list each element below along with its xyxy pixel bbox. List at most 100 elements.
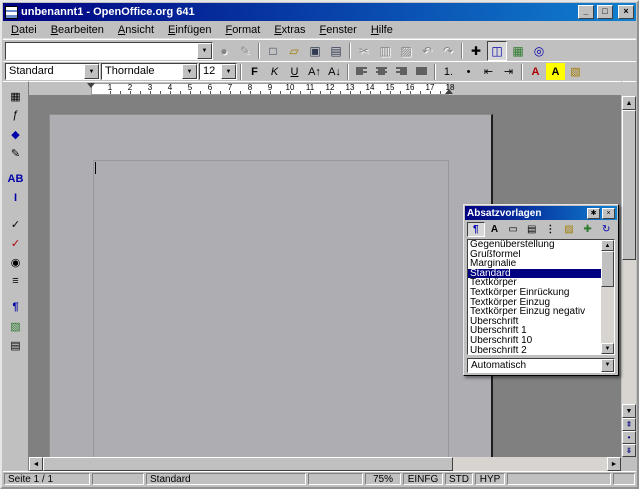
highlight-icon[interactable]: A	[546, 63, 565, 80]
font-color-icon[interactable]: A	[526, 63, 545, 80]
chevron-down-icon[interactable]: ▼	[221, 64, 236, 79]
underline-button[interactable]: U	[285, 63, 304, 80]
menu-datei[interactable]: Datei	[4, 23, 44, 37]
menu-ansicht[interactable]: Ansicht	[111, 23, 161, 37]
bold-button[interactable]: F	[245, 63, 264, 80]
decrease-indent-icon[interactable]: ⇤	[479, 63, 498, 80]
nonprinting-chars-icon[interactable]: ¶	[6, 298, 26, 316]
insert-objects-icon[interactable]: ◆	[6, 125, 26, 143]
draw-functions-icon[interactable]: ✎	[6, 144, 26, 162]
list-item[interactable]: Überschrift 2	[468, 346, 601, 355]
cut-icon[interactable]: ✂	[354, 41, 374, 61]
list-scroll-thumb[interactable]	[601, 251, 614, 287]
vertical-scrollbar[interactable]: ▲ ▼ ⇞ • ⇟	[622, 81, 636, 457]
minimize-button[interactable]: _	[578, 5, 594, 19]
numbering-icon[interactable]: 1.	[439, 63, 458, 80]
copy-icon[interactable]: ▥	[375, 41, 395, 61]
list-item[interactable]: Gegenüberstellung	[468, 240, 601, 250]
new-style-icon[interactable]: ✚	[579, 222, 597, 237]
page-styles-icon[interactable]: ▤	[523, 222, 541, 237]
direct-cursor-icon[interactable]: I	[6, 189, 26, 207]
list-item[interactable]: Überschrift 10	[468, 336, 601, 346]
save-icon[interactable]: ▣	[305, 41, 325, 61]
italic-button[interactable]: K	[265, 63, 284, 80]
list-item[interactable]: Textkörper Einzug	[468, 298, 601, 308]
menu-einfuegen[interactable]: Einfügen	[161, 23, 218, 37]
font-size-combobox[interactable]: 12 ▼	[199, 63, 237, 80]
style-filter-combobox[interactable]: Automatisch ▼	[467, 358, 615, 373]
list-scroll-track[interactable]	[601, 251, 614, 343]
paragraph-styles-icon[interactable]: ¶	[467, 222, 485, 237]
numbering-styles-icon[interactable]: ⋮	[542, 222, 560, 237]
background-color-icon[interactable]: ▧	[566, 63, 585, 80]
document-page[interactable]	[49, 114, 493, 457]
scroll-down-icon[interactable]: ▼	[601, 343, 614, 354]
update-style-icon[interactable]: ↻	[597, 222, 615, 237]
close-button[interactable]: ×	[618, 5, 634, 19]
align-center-icon[interactable]	[372, 63, 391, 80]
increase-indent-icon[interactable]: ⇥	[499, 63, 518, 80]
previous-page-icon[interactable]: ⇞	[622, 418, 636, 431]
paragraph-style-combobox[interactable]: Standard ▼	[5, 63, 100, 80]
paragraph-style-value[interactable]: Standard	[6, 64, 84, 79]
undo-icon[interactable]: ↶	[417, 41, 437, 61]
menu-bearbeiten[interactable]: Bearbeiten	[44, 23, 111, 37]
load-url-value[interactable]	[6, 43, 197, 59]
gallery-icon[interactable]: ▦	[508, 41, 528, 61]
character-styles-icon[interactable]: A	[486, 222, 504, 237]
status-page[interactable]: Seite 1 / 1	[4, 473, 90, 485]
status-page-style[interactable]: Standard	[146, 473, 306, 485]
list-item[interactable]: Textkörper Einzug negativ	[468, 307, 601, 317]
next-page-icon[interactable]: ⇟	[622, 444, 636, 457]
list-scrollbar[interactable]: ▲ ▼	[601, 240, 614, 354]
scroll-down-icon[interactable]: ▼	[622, 404, 636, 418]
navigator-icon[interactable]: ✚	[466, 41, 486, 61]
stylist-window[interactable]: Absatzvorlagen ✱ × ¶ A ▭ ▤ ⋮ ▨ ✚ ↻ Gegen…	[463, 204, 619, 376]
load-url-combobox[interactable]: ▼	[5, 42, 213, 60]
status-selection-mode[interactable]: STD	[445, 473, 473, 485]
style-filter-value[interactable]: Automatisch	[468, 359, 601, 372]
autotext-icon[interactable]: AB	[6, 170, 26, 188]
maximize-button[interactable]: □	[597, 5, 613, 19]
navigation-dot-icon[interactable]: •	[622, 431, 636, 444]
insert-fields-icon[interactable]: ƒ	[6, 106, 26, 124]
hyperlink-icon[interactable]: ◎	[529, 41, 549, 61]
vertical-scroll-track[interactable]	[622, 110, 636, 404]
style-list[interactable]: Gegenüberstellung Grußformel Marginalie …	[467, 239, 615, 355]
list-item-selected[interactable]: Standard	[468, 269, 601, 279]
redo-icon[interactable]: ↷	[438, 41, 458, 61]
new-doc-icon[interactable]: □	[263, 41, 283, 61]
shrink-font-icon[interactable]: A↓	[325, 63, 344, 80]
align-justify-icon[interactable]	[412, 63, 431, 80]
menu-format[interactable]: Format	[218, 23, 267, 37]
menu-extras[interactable]: Extras	[267, 23, 312, 37]
close-icon[interactable]: ×	[602, 208, 615, 219]
horizontal-scroll-track[interactable]	[453, 457, 607, 471]
font-name-value[interactable]: Thorndale	[102, 64, 182, 79]
scroll-left-icon[interactable]: ◄	[29, 457, 43, 471]
vertical-scroll-thumb[interactable]	[622, 110, 636, 260]
paste-icon[interactable]: ▨	[396, 41, 416, 61]
list-item[interactable]: Grußformel	[468, 250, 601, 260]
right-indent-marker[interactable]	[445, 89, 453, 94]
font-size-value[interactable]: 12	[200, 64, 221, 79]
pin-icon[interactable]: ✱	[587, 208, 600, 219]
status-zoom[interactable]: 75%	[365, 473, 401, 485]
print-icon[interactable]: ▤	[326, 41, 346, 61]
online-layout-icon[interactable]: ▤	[6, 336, 26, 354]
fill-format-icon[interactable]: ▨	[560, 222, 578, 237]
scroll-up-icon[interactable]: ▲	[601, 240, 614, 251]
bullets-icon[interactable]: •	[459, 63, 478, 80]
scroll-right-icon[interactable]: ►	[607, 457, 621, 471]
align-left-icon[interactable]	[352, 63, 371, 80]
left-indent-marker[interactable]	[87, 83, 95, 88]
status-hyperlink-mode[interactable]: HYP	[475, 473, 505, 485]
stylist-icon[interactable]: ◫	[487, 41, 507, 61]
frame-styles-icon[interactable]: ▭	[504, 222, 522, 237]
horizontal-ruler[interactable]: 1 2 3 4 5 6 7 8 9 10 11 12 13 14 15 16 1…	[29, 81, 621, 96]
horizontal-scroll-thumb[interactable]	[43, 457, 453, 471]
menu-fenster[interactable]: Fenster	[313, 23, 364, 37]
find-replace-icon[interactable]: ◉	[6, 253, 26, 271]
chevron-down-icon[interactable]: ▼	[182, 64, 197, 79]
list-item[interactable]: Textkörper Einrückung	[468, 288, 601, 298]
